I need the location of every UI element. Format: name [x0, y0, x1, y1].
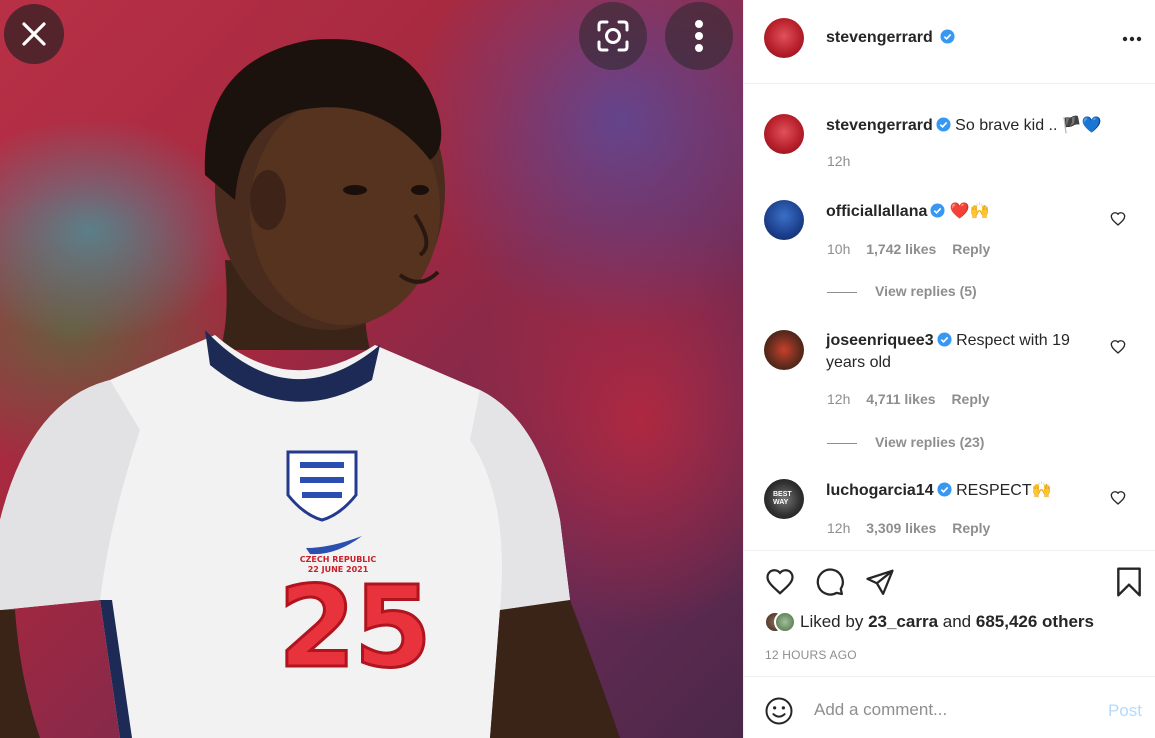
- post-photo: CZECH REPUBLIC 22 JUNE 2021 25: [0, 0, 743, 738]
- comment-text-line2: years old: [826, 354, 891, 371]
- author-avatar[interactable]: [764, 18, 804, 58]
- verified-badge-icon: [936, 117, 951, 132]
- comment-likes[interactable]: 3,309 likes: [866, 520, 936, 536]
- post-header: stevengerrard: [744, 0, 1155, 84]
- post-timestamp[interactable]: 12 HOURS AGO: [765, 648, 857, 662]
- comment-body: luchogarcia14 RESPECT🙌: [826, 480, 1052, 502]
- like-comment-heart-icon[interactable]: [1110, 211, 1126, 227]
- post-side-panel: stevengerrard stevengerrard So brave kid…: [743, 0, 1155, 738]
- comment-form: Post: [744, 676, 1155, 738]
- comment-bubble-icon[interactable]: [814, 567, 846, 597]
- emoji-smiley-icon[interactable]: [764, 696, 794, 726]
- comment-text: ❤️🙌: [949, 203, 990, 220]
- close-button[interactable]: [4, 4, 64, 64]
- caption-avatar[interactable]: [764, 114, 804, 154]
- comment-body: officiallallana ❤️🙌: [826, 201, 990, 223]
- liked-by-avatars: [764, 611, 798, 635]
- view-replies-label: View replies (23): [875, 434, 985, 450]
- divider: [827, 442, 857, 444]
- like-comment-heart-icon[interactable]: [1110, 339, 1126, 355]
- visual-search-button[interactable]: [579, 2, 647, 70]
- comment-meta: 10h 1,742 likes Reply: [827, 241, 990, 257]
- comment-text: RESPECT🙌: [956, 482, 1052, 499]
- comment-meta: 12h 4,711 likes Reply: [827, 391, 990, 407]
- lens-icon: [597, 20, 629, 52]
- comment-username[interactable]: joseenriquee3: [826, 332, 934, 349]
- comment-username[interactable]: officiallallana: [826, 203, 927, 220]
- comment-username[interactable]: luchogarcia14: [826, 482, 934, 499]
- reply-button[interactable]: Reply: [952, 241, 990, 257]
- comment-body: joseenriquee3 Respect with 19 years old: [826, 330, 1111, 374]
- view-replies-button[interactable]: View replies (23): [827, 434, 984, 450]
- comment-time: 12h: [827, 520, 851, 536]
- verified-badge-icon: [937, 482, 952, 497]
- verified-badge-icon: [937, 332, 952, 347]
- divider: [827, 291, 857, 293]
- caption: stevengerrard So brave kid .. 🏴💙: [826, 115, 1102, 137]
- comment-text-line1: Respect with 19: [956, 332, 1070, 349]
- comment-input[interactable]: [814, 699, 1084, 721]
- post-actions: Liked by 23_carra and 685,426 others 12 …: [744, 550, 1155, 676]
- avatar-text: BEST WAY: [773, 491, 792, 506]
- caption-text: So brave kid .. 🏴💙: [955, 117, 1102, 134]
- comment-likes[interactable]: 1,742 likes: [866, 241, 936, 257]
- liked-by-prefix: Liked by: [800, 612, 864, 631]
- close-icon: [22, 22, 46, 46]
- like-comment-heart-icon[interactable]: [1110, 490, 1126, 506]
- comment-likes[interactable]: 4,711 likes: [866, 391, 935, 407]
- comment-time: 10h: [827, 241, 851, 257]
- caption-time: 12h: [827, 153, 851, 169]
- liked-by-others[interactable]: 685,426 others: [976, 612, 1094, 631]
- liked-by-user[interactable]: 23_carra: [868, 612, 938, 631]
- verified-badge-icon: [930, 203, 945, 218]
- liked-by-text: Liked by 23_carra and 685,426 others: [800, 612, 1094, 632]
- more-vertical-icon: [695, 20, 703, 52]
- photo-more-button[interactable]: [665, 2, 733, 70]
- liker-avatar: [774, 611, 796, 633]
- more-horizontal-icon[interactable]: [1122, 36, 1142, 42]
- share-paper-plane-icon[interactable]: [864, 567, 896, 597]
- caption-username[interactable]: stevengerrard: [826, 117, 933, 134]
- author-name-row: stevengerrard: [826, 29, 955, 47]
- comment-avatar[interactable]: BEST WAY: [764, 479, 804, 519]
- comment-meta: 12h 3,309 likes Reply: [827, 520, 990, 536]
- reply-button[interactable]: Reply: [951, 391, 989, 407]
- view-replies-button[interactable]: View replies (5): [827, 283, 977, 299]
- author-username[interactable]: stevengerrard: [826, 29, 933, 46]
- post-button[interactable]: Post: [1108, 701, 1142, 721]
- comment-time: 12h: [827, 391, 851, 407]
- comment-avatar[interactable]: [764, 200, 804, 240]
- verified-badge-icon: [940, 29, 955, 44]
- reply-button[interactable]: Reply: [952, 520, 990, 536]
- liked-by-and: and: [942, 612, 972, 631]
- comment-avatar[interactable]: [764, 330, 804, 370]
- save-bookmark-icon[interactable]: [1115, 566, 1143, 598]
- view-replies-label: View replies (5): [875, 283, 977, 299]
- shirt-number: 25: [277, 563, 434, 693]
- like-heart-icon[interactable]: [764, 567, 796, 597]
